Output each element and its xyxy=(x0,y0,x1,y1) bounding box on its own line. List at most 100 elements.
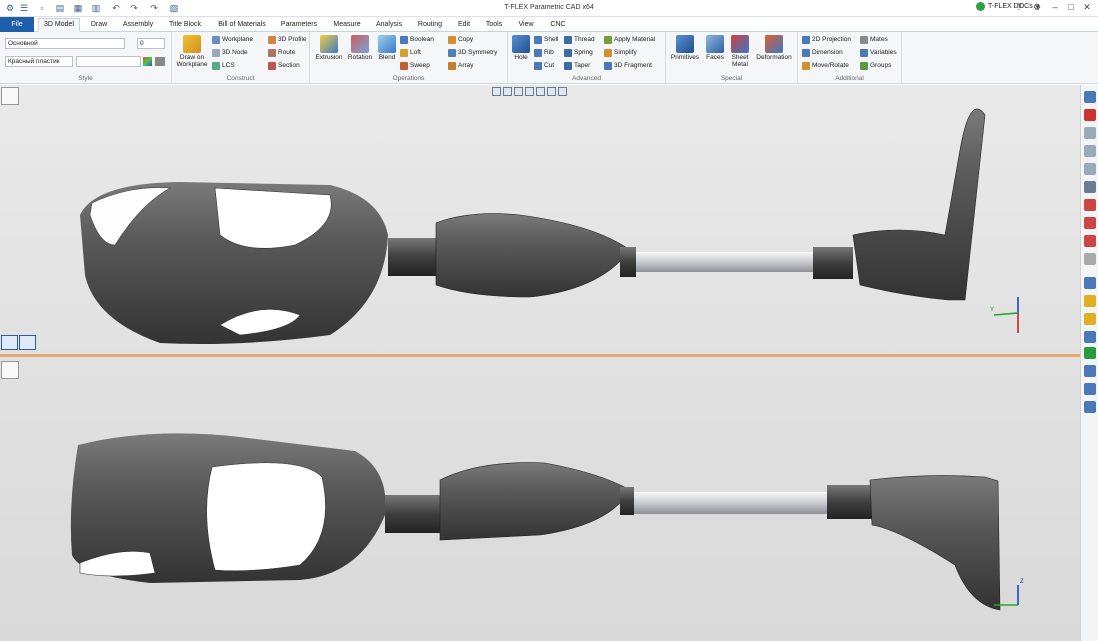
prosthesis-bottom-view[interactable]: Z xyxy=(70,433,1024,611)
tab-draw[interactable]: Draw xyxy=(84,19,114,31)
hole-button[interactable]: Hole xyxy=(510,35,532,61)
variables-button[interactable]: Variables xyxy=(860,48,897,58)
layer-number-input[interactable]: 0 xyxy=(137,38,165,49)
2d-projection-button[interactable]: 2D Projection xyxy=(802,35,851,45)
tab-file[interactable]: File xyxy=(0,17,34,32)
tab-cnc[interactable]: CNC xyxy=(544,19,572,31)
section-button[interactable]: Section xyxy=(268,61,300,71)
check-icon[interactable] xyxy=(1084,217,1096,229)
view-mode-icon[interactable] xyxy=(492,87,501,96)
layers-icon[interactable] xyxy=(1084,331,1096,343)
view-section-icon[interactable] xyxy=(525,87,534,96)
help-icon[interactable]: ? xyxy=(1012,2,1026,14)
view-refresh-icon[interactable] xyxy=(558,87,567,96)
section-icon xyxy=(268,62,276,70)
group-style: Основной 0 Красный пластик Style xyxy=(0,32,172,84)
tab-assembly[interactable]: Assembly xyxy=(118,19,158,31)
select-icon[interactable] xyxy=(1084,199,1096,211)
rotation-button[interactable]: Rotation xyxy=(346,35,374,61)
tab-analysis[interactable]: Analysis xyxy=(370,19,408,31)
group-operations: Extrusion Rotation Blend Boolean Loft Sw… xyxy=(310,32,508,84)
model-tree-icon-2[interactable] xyxy=(1,361,19,379)
loft-button[interactable]: Loft xyxy=(400,48,421,58)
workplane-button[interactable]: Workplane xyxy=(212,35,253,45)
split-pane-icon[interactable] xyxy=(1,335,18,350)
close-button[interactable]: ✕ xyxy=(1080,2,1094,14)
render-icon[interactable] xyxy=(1084,383,1096,395)
boolean-button[interactable]: Boolean xyxy=(400,35,434,45)
color-palette-icon[interactable] xyxy=(143,57,152,66)
camera-icon[interactable] xyxy=(1084,365,1096,377)
maximize-button[interactable]: □ xyxy=(1064,2,1078,14)
primitives-button[interactable]: Primitives xyxy=(670,35,700,61)
panel-icon[interactable] xyxy=(1084,91,1096,103)
tab-3d-model[interactable]: 3D Model xyxy=(38,18,80,32)
view-shade-icon[interactable] xyxy=(514,87,523,96)
spring-button[interactable]: Spring xyxy=(564,48,593,58)
apply-material-button[interactable]: Apply Material xyxy=(604,35,655,45)
cut-button[interactable]: Cut xyxy=(534,61,554,71)
route-button[interactable]: Route xyxy=(268,48,295,58)
simplify-button[interactable]: Simplify xyxy=(604,48,637,58)
hand-icon[interactable] xyxy=(1084,253,1096,265)
color-select[interactable] xyxy=(76,56,141,67)
rib-button[interactable]: Rib xyxy=(534,48,554,58)
draw-on-workplane-button[interactable]: Draw on Workplane xyxy=(174,35,210,68)
3d-fragment-button[interactable]: 3D Fragment xyxy=(604,61,652,71)
mates-button[interactable]: Mates xyxy=(860,35,888,45)
view-cube-icon[interactable] xyxy=(547,87,556,96)
array-button[interactable]: Array xyxy=(448,61,474,71)
tab-parameters[interactable]: Parameters xyxy=(276,19,322,31)
magnet-icon[interactable] xyxy=(1084,109,1096,121)
3d-viewport[interactable]: Y Z xyxy=(0,85,1080,641)
model-tree-icon[interactable] xyxy=(1,87,19,105)
light-icon[interactable] xyxy=(1084,313,1096,325)
window-icon[interactable] xyxy=(1084,277,1096,289)
lcs-button[interactable]: LCS xyxy=(212,61,235,71)
3d-symmetry-button[interactable]: 3D Symmetry xyxy=(448,48,497,58)
zoom-window-icon[interactable] xyxy=(1084,145,1096,157)
material-icon-2[interactable] xyxy=(1084,347,1096,359)
extrusion-button[interactable]: Extrusion xyxy=(314,35,344,61)
screenshot-icon[interactable] xyxy=(1084,401,1096,413)
tab-bill-of-materials[interactable]: Bill of Materials xyxy=(212,19,272,31)
view-wire-icon[interactable] xyxy=(503,87,512,96)
3d-node-button[interactable]: 3D Node xyxy=(212,48,248,58)
material-select[interactable]: Красный пластик xyxy=(5,56,73,67)
filter-icon[interactable] xyxy=(1084,181,1096,193)
zoom-all-icon[interactable] xyxy=(1084,163,1096,175)
model-canvas[interactable]: Y Z xyxy=(0,85,1080,641)
material-swatch-icon[interactable] xyxy=(155,57,165,66)
settings-icon[interactable]: ⚙ xyxy=(1030,2,1044,14)
single-pane-icon[interactable] xyxy=(19,335,36,350)
blend-button[interactable]: Blend xyxy=(376,35,398,61)
prosthesis-top-view[interactable]: Y xyxy=(80,108,1019,344)
view-copy-icon[interactable] xyxy=(536,87,545,96)
copy-button[interactable]: Copy xyxy=(448,35,473,45)
groups-button[interactable]: Groups xyxy=(860,61,891,71)
tab-routing[interactable]: Routing xyxy=(412,19,448,31)
move-rotate-button[interactable]: Move/Rotate xyxy=(802,61,849,71)
sweep-button[interactable]: Sweep xyxy=(400,61,430,71)
taper-button[interactable]: Taper xyxy=(564,61,590,71)
docs-status-icon xyxy=(976,2,985,11)
thread-button[interactable]: Thread xyxy=(564,35,595,45)
sheet-metal-button[interactable]: Sheet Metal xyxy=(728,35,752,68)
deformation-button[interactable]: Deformation xyxy=(754,35,794,61)
zoom-icon[interactable] xyxy=(1084,127,1096,139)
faces-button[interactable]: Faces xyxy=(704,35,726,61)
3d-profile-button[interactable]: 3D Profile xyxy=(268,35,307,45)
dimension-button[interactable]: Dimension xyxy=(802,48,843,58)
bulb-icon[interactable] xyxy=(1084,295,1096,307)
layer-select[interactable]: Основной xyxy=(5,38,125,49)
check-2-icon[interactable] xyxy=(1084,235,1096,247)
pylon-tube xyxy=(636,252,816,272)
tab-title-block[interactable]: Title Block xyxy=(162,19,208,31)
tab-measure[interactable]: Measure xyxy=(328,19,366,31)
tab-edit[interactable]: Edit xyxy=(452,19,476,31)
minimize-button[interactable]: – xyxy=(1048,2,1062,14)
shell-button[interactable]: Shell xyxy=(534,35,558,45)
tab-view[interactable]: View xyxy=(512,19,540,31)
viewport-splitter[interactable] xyxy=(0,354,1080,357)
tab-tools[interactable]: Tools xyxy=(480,19,508,31)
